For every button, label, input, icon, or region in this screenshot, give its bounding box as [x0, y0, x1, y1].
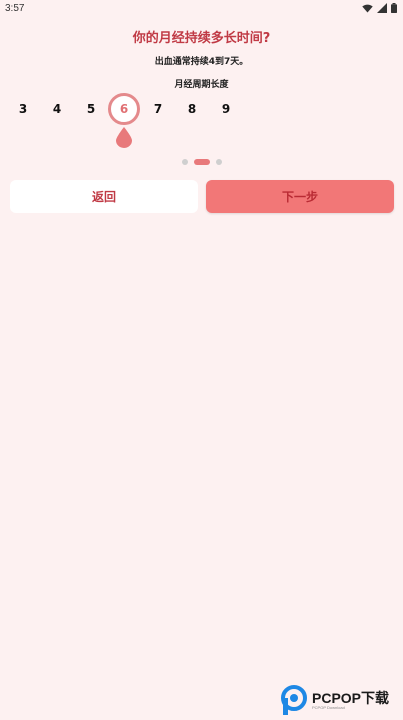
blood-drop-icon — [116, 127, 132, 148]
battery-icon — [391, 3, 397, 13]
watermark-brand: PCPOP下载 — [312, 689, 390, 706]
status-time: 3:57 — [5, 2, 25, 14]
day-option-9[interactable]: 9 — [211, 94, 241, 124]
day-option-6-selected[interactable]: 6 — [108, 93, 140, 125]
page-indicator — [0, 159, 403, 165]
page-dot — [181, 159, 188, 165]
day-picker[interactable]: 3 4 5 6 7 8 9 — [0, 93, 403, 125]
wifi-icon — [362, 4, 373, 13]
status-icons — [362, 3, 397, 13]
cycle-length-label: 月经周期长度 — [174, 80, 229, 90]
day-option-7[interactable]: 7 — [143, 94, 173, 124]
day-option-5[interactable]: 5 — [76, 94, 106, 124]
day-option-8[interactable]: 8 — [177, 94, 207, 124]
watermark-subtitle: PCPOP Download — [312, 704, 345, 710]
day-option-4[interactable]: 4 — [42, 94, 72, 124]
page-dot — [215, 159, 222, 165]
signal-icon — [377, 3, 387, 13]
question-title: 你的月经持续多长时间? — [132, 31, 271, 46]
day-option-3[interactable]: 3 — [8, 94, 38, 124]
watermark-logo: PCPOP下载 PCPOP Download — [280, 684, 402, 716]
status-bar: 3:57 — [0, 0, 403, 16]
pcpop-logo-icon — [281, 685, 307, 715]
bleeding-hint: 出血通常持续4到7天。 — [154, 57, 249, 67]
next-button[interactable]: 下一步 — [206, 180, 394, 213]
page-dot-active — [193, 159, 210, 165]
back-button[interactable]: 返回 — [10, 180, 198, 213]
